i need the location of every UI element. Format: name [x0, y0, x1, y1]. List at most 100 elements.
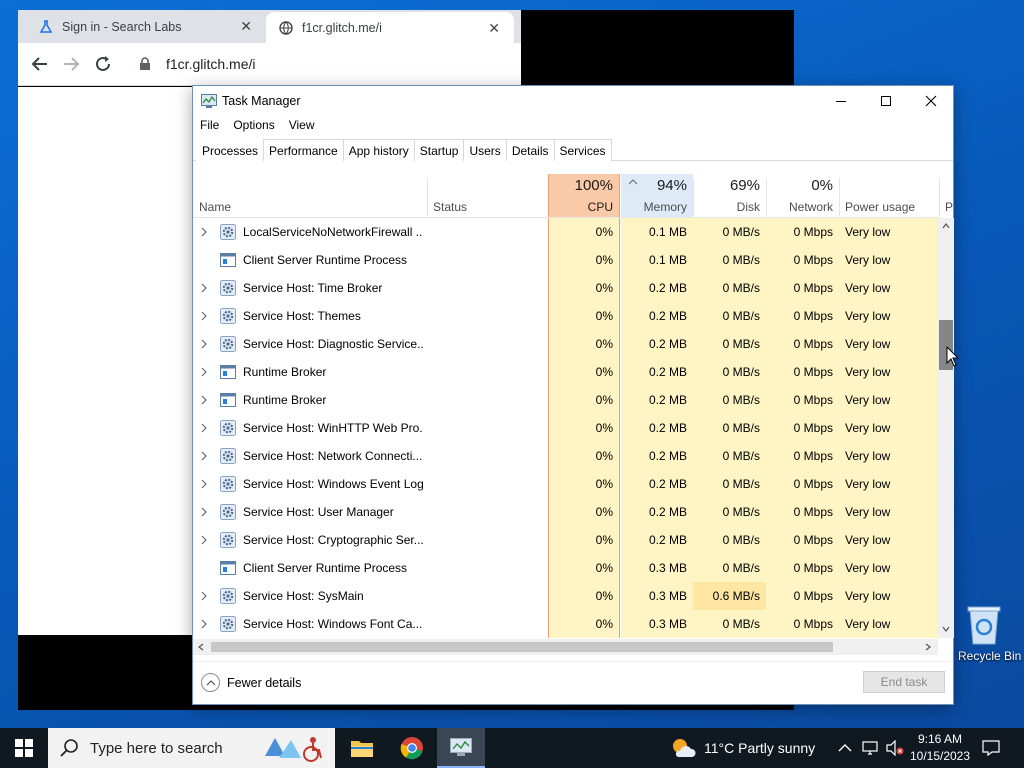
chevron-right-icon[interactable]	[199, 533, 209, 547]
scroll-right-icon[interactable]	[925, 643, 931, 651]
cell-disk: 0 MB/s	[693, 330, 766, 358]
file-explorer-button[interactable]	[338, 728, 386, 768]
network-icon[interactable]	[862, 741, 878, 755]
table-row[interactable]: Runtime Broker 0% 0.2 MB 0 MB/s 0 Mbps Very l…	[193, 386, 939, 414]
chevron-right-icon[interactable]	[199, 225, 209, 239]
chevron-right-icon[interactable]	[199, 281, 209, 295]
chevron-right-icon[interactable]	[199, 393, 209, 407]
search-highlight-icon	[265, 737, 322, 762]
table-row[interactable]: LocalServiceNoNetworkFirewall ... 0% 0.1 M…	[193, 218, 939, 246]
tab-strip: Processes Performance App history Startu…	[193, 139, 953, 162]
column-header-cpu[interactable]: 100% CPU	[548, 174, 620, 217]
cell-name: Service Host: Windows Event Log	[243, 477, 423, 491]
cell-disk: 0 MB/s	[693, 358, 766, 386]
cell-disk: 0 MB/s	[693, 246, 766, 274]
address-bar[interactable]: f1cr.glitch.me/i	[130, 49, 510, 79]
table-row[interactable]: Runtime Broker 0% 0.2 MB 0 MB/s 0 Mbps Very l…	[193, 358, 939, 386]
column-header-name[interactable]: Name	[193, 174, 427, 217]
clock[interactable]: 9:16 AM 10/15/2023	[900, 731, 980, 765]
tab-performance[interactable]: Performance	[263, 139, 344, 161]
chevron-right-icon[interactable]	[199, 449, 209, 463]
maximize-button[interactable]	[863, 86, 909, 116]
chevron-right-icon[interactable]	[199, 421, 209, 435]
chevron-up-icon	[201, 673, 220, 692]
cell-memory: 0.2 MB	[621, 470, 693, 498]
menu-options[interactable]: Options	[226, 116, 281, 136]
table-row[interactable]: Service Host: Diagnostic Service... 0% 0.2…	[193, 330, 939, 358]
fewer-details-button[interactable]: Fewer details	[201, 673, 301, 692]
menu-file[interactable]: File	[193, 116, 226, 136]
title-bar[interactable]: Task Manager	[193, 86, 953, 116]
cell-network: 0 Mbps	[766, 582, 839, 610]
reload-icon[interactable]	[92, 53, 114, 75]
back-icon[interactable]	[29, 53, 51, 75]
minimize-button[interactable]	[818, 86, 864, 116]
recycle-bin[interactable]: Recycle Bin	[944, 600, 1024, 670]
taskbar-search-box[interactable]: Type here to search	[48, 728, 335, 768]
scroll-thumb[interactable]	[211, 642, 833, 652]
tab-services[interactable]: Services	[553, 139, 612, 161]
cell-cpu: 0%	[548, 302, 620, 330]
gear-icon	[220, 504, 236, 520]
close-button[interactable]	[908, 86, 954, 116]
menu-view[interactable]: View	[282, 116, 322, 136]
column-header-network[interactable]: 0% Network	[766, 174, 839, 217]
cell-power: Very low	[839, 218, 939, 246]
chevron-right-icon[interactable]	[199, 365, 209, 379]
window-icon	[220, 393, 236, 407]
table-row[interactable]: Client Server Runtime Process 0% 0.1 MB 0 M…	[193, 246, 939, 274]
column-header-memory[interactable]: 94% Memory	[621, 174, 693, 217]
gear-icon	[220, 616, 236, 632]
table-row[interactable]: Service Host: Themes 0% 0.2 MB 0 MB/s 0 Mbps…	[193, 302, 939, 330]
chevron-right-icon[interactable]	[199, 477, 209, 491]
table-row[interactable]: Service Host: SysMain 0% 0.3 MB 0.6 MB/s 0 M…	[193, 582, 939, 610]
table-row[interactable]: Service Host: Network Connecti... 0% 0.2 M…	[193, 442, 939, 470]
start-button[interactable]	[0, 728, 48, 768]
column-header-status[interactable]: Status	[427, 174, 547, 217]
table-row[interactable]: Service Host: User Manager 0% 0.2 MB 0 MB/s…	[193, 498, 939, 526]
task-manager-taskbar-button[interactable]	[437, 728, 485, 768]
scroll-down-icon[interactable]	[942, 626, 950, 632]
end-task-button[interactable]: End task	[863, 671, 945, 693]
column-label: Disk	[736, 200, 760, 214]
browser-tab-glitch[interactable]: f1cr.glitch.me/i ✕	[266, 12, 514, 43]
table-row[interactable]: Service Host: Cryptographic Ser... 0% 0.2 …	[193, 526, 939, 554]
chevron-right-icon[interactable]	[199, 589, 209, 603]
column-header-power-trend[interactable]: P	[939, 174, 953, 217]
scroll-up-icon[interactable]	[942, 223, 950, 229]
notifications-button[interactable]	[982, 728, 1000, 768]
vertical-scrollbar[interactable]	[938, 218, 954, 638]
cell-power: Very low	[839, 554, 939, 582]
browser-tab-search-labs[interactable]: Sign in - Search Labs ✕	[18, 10, 266, 43]
chrome-button[interactable]	[388, 728, 436, 768]
close-icon[interactable]: ✕	[240, 18, 252, 35]
horizontal-scrollbar[interactable]	[193, 639, 938, 655]
chevron-right-icon[interactable]	[199, 337, 209, 351]
cell-disk: 0 MB/s	[693, 218, 766, 246]
table-row[interactable]: Service Host: Windows Font Ca... 0% 0.3 MB…	[193, 610, 939, 638]
column-header-disk[interactable]: 69% Disk	[693, 174, 766, 217]
scroll-left-icon[interactable]	[198, 643, 204, 651]
tab-details[interactable]: Details	[505, 139, 555, 161]
tab-users[interactable]: Users	[463, 139, 507, 161]
column-header-power[interactable]: Power usage	[839, 174, 939, 217]
table-row[interactable]: Client Server Runtime Process 0% 0.3 MB 0 M…	[193, 554, 939, 582]
table-row[interactable]: Service Host: Windows Event Log 0% 0.2 MB 0…	[193, 470, 939, 498]
table-row[interactable]: Service Host: Time Broker 0% 0.2 MB 0 MB/s 0…	[193, 274, 939, 302]
chevron-right-icon[interactable]	[199, 505, 209, 519]
chevron-right-icon[interactable]	[199, 617, 209, 631]
close-icon[interactable]: ✕	[488, 20, 500, 37]
cell-memory: 0.2 MB	[621, 358, 693, 386]
recycle-bin-icon	[967, 606, 1001, 645]
forward-icon[interactable]	[60, 53, 82, 75]
table-row[interactable]: Service Host: WinHTTP Web Pro... 0% 0.2 MB…	[193, 414, 939, 442]
tab-processes[interactable]: Processes	[196, 139, 265, 162]
gear-icon	[220, 420, 236, 436]
window-title: Task Manager	[222, 94, 301, 108]
tab-startup[interactable]: Startup	[413, 139, 465, 161]
chevron-right-icon[interactable]	[199, 309, 209, 323]
tab-app-history[interactable]: App history	[342, 139, 415, 161]
cell-name: Client Server Runtime Process	[243, 253, 408, 267]
weather-widget[interactable]: 11°C Partly sunny	[670, 728, 815, 768]
chevron-up-icon[interactable]	[838, 743, 852, 753]
